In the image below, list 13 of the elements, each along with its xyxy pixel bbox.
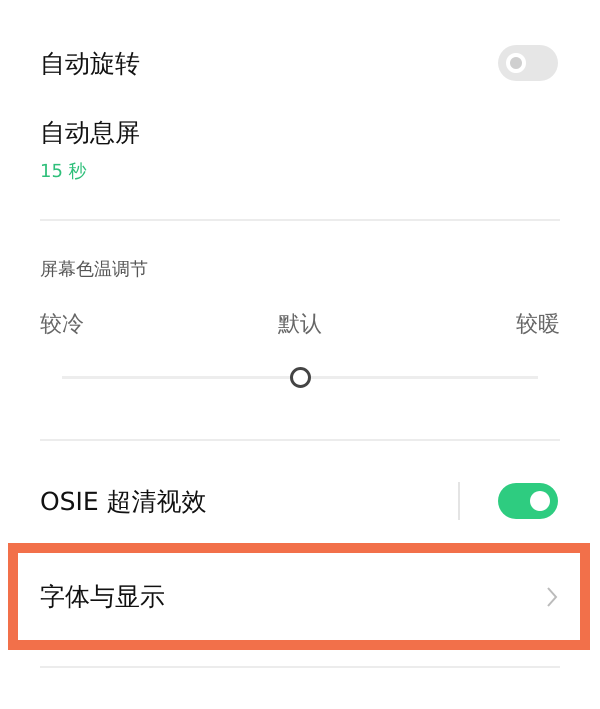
slider-label: 较暖: [516, 311, 560, 339]
setting-label[interactable]: 字体与显示: [40, 580, 546, 613]
chevron-icon: [546, 586, 558, 608]
setting-value: 15 秒: [40, 160, 88, 183]
toggle-switch[interactable]: [498, 483, 558, 519]
setting-label: 自动息屏: [40, 117, 141, 149]
slider-label: 默认: [278, 311, 322, 339]
section-title: 屏幕色温调节: [40, 258, 149, 281]
toggle-switch[interactable]: [498, 45, 558, 81]
slider-thumb[interactable]: [290, 367, 311, 388]
setting-label: 自动旋转: [40, 48, 141, 80]
setting-label: OSIE 超清视效: [40, 486, 208, 518]
slider-label: 较冷: [40, 311, 84, 339]
